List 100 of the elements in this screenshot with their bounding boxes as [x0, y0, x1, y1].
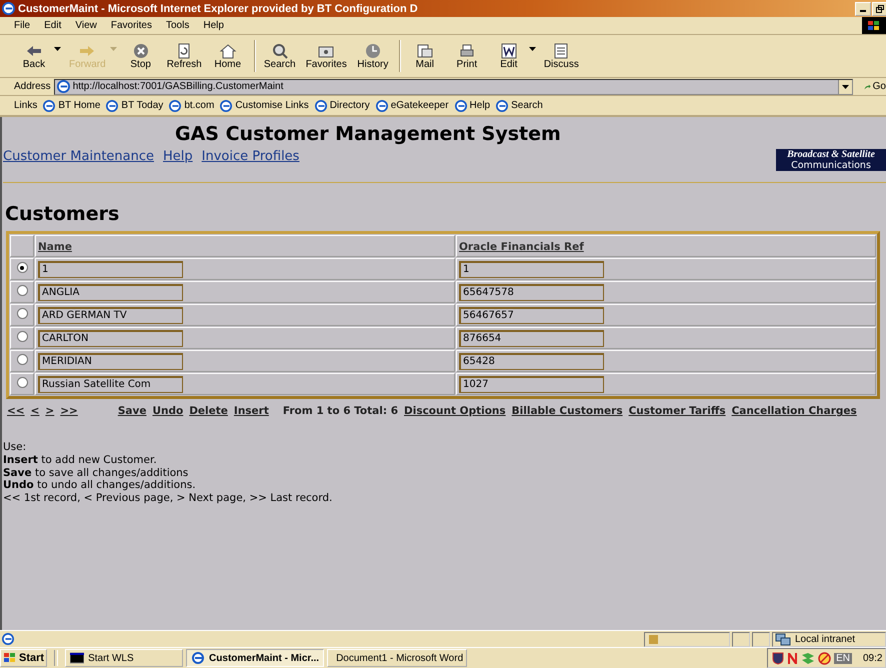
language-indicator[interactable]: EN — [834, 652, 852, 664]
name-field[interactable]: Russian Satellite Com — [38, 376, 183, 393]
toolbar-button[interactable]: Discuss — [540, 42, 583, 70]
pager-link[interactable]: << — [7, 405, 25, 418]
name-field[interactable]: 1 — [38, 260, 183, 278]
toolbar-button[interactable]: Mail — [404, 42, 445, 70]
company-logo: Broadcast & Satellite Communications — [776, 149, 886, 172]
radio-button[interactable] — [16, 377, 28, 388]
clock: 09:2 — [862, 652, 884, 664]
menu-item[interactable]: Edit — [44, 20, 62, 31]
favorite-link[interactable]: eGatekeeper — [376, 100, 449, 112]
toolbar-button[interactable]: Search — [260, 42, 300, 70]
document-icon — [500, 42, 518, 58]
action-link[interactable]: Insert — [234, 405, 269, 418]
page-link[interactable]: Billable Customers — [512, 405, 623, 418]
toolbar-button[interactable]: History — [352, 42, 393, 70]
radio-button[interactable] — [16, 331, 28, 342]
browser-icon — [169, 100, 182, 112]
toolbar-button[interactable]: Favorites — [302, 42, 351, 70]
toolbar-button[interactable]: Edit — [488, 42, 529, 70]
minimize-icon — [860, 10, 866, 12]
taskbar-button[interactable]: Document1 - Microsoft Word — [327, 649, 468, 667]
radio-button[interactable] — [16, 285, 28, 296]
help-text: Undo to undo all changes/additions. — [3, 479, 197, 492]
action-link[interactable]: Delete — [189, 405, 228, 418]
house-icon — [218, 42, 237, 58]
toolbar-button[interactable]: Stop — [120, 42, 161, 70]
name-field[interactable]: ANGLIA — [38, 284, 183, 301]
action-link[interactable]: Save — [118, 405, 146, 418]
action-link[interactable]: Undo — [152, 405, 184, 418]
column-header[interactable]: Name — [38, 240, 72, 253]
intranet-icon — [775, 632, 791, 646]
links-label: Links — [14, 100, 38, 111]
pager-link[interactable]: > — [45, 405, 54, 418]
section-heading: Customers — [5, 203, 120, 226]
menu-item[interactable]: Favorites — [110, 20, 152, 31]
page-link[interactable]: Customer Tariffs — [628, 405, 726, 418]
browser-icon — [43, 100, 56, 112]
windows-logo-icon — [3, 652, 17, 664]
radio-button[interactable] — [16, 262, 28, 274]
go-button[interactable]: Go — [856, 81, 886, 92]
help-text: Use: — [3, 441, 28, 454]
page-link[interactable]: Discount Options — [404, 405, 506, 418]
favorite-link[interactable]: Directory — [314, 100, 370, 112]
name-field[interactable]: MERIDIAN — [38, 352, 183, 370]
pager-link[interactable]: < — [30, 405, 40, 418]
minimize-button[interactable] — [855, 2, 871, 16]
status-pane — [732, 632, 750, 646]
restore-button[interactable] — [872, 2, 886, 16]
reference-field[interactable]: 1027 — [459, 376, 604, 393]
favorite-link[interactable]: Search — [496, 100, 543, 112]
favorite-link[interactable]: Help — [454, 100, 490, 112]
help-text: << 1st record, < Previous page, > Next page, >> Last record. — [3, 492, 334, 504]
address-field[interactable]: http://localhost:7001/GASBilling.CustomerMaint — [54, 78, 853, 94]
toolbar-button[interactable]: Print — [446, 42, 487, 70]
window-title: CustomerMaint - Microsoft Internet Explorer provided by BT Configuration D — [18, 2, 418, 14]
dropdown-arrow-icon[interactable] — [54, 47, 61, 51]
menu-item[interactable]: View — [75, 20, 97, 31]
toolbar-button[interactable]: Home — [208, 42, 248, 70]
reference-field[interactable]: 65647578 — [459, 284, 604, 301]
stop-icon — [132, 42, 150, 58]
name-field[interactable]: ARD GERMAN TV — [38, 306, 183, 324]
blocked-icon — [818, 652, 832, 664]
windows-logo-icon — [862, 17, 886, 34]
favorite-link[interactable]: bt.com — [169, 100, 214, 112]
browser-icon — [220, 100, 232, 112]
taskbar-button[interactable]: CustomerMaint - Micr... — [186, 649, 324, 667]
favorite-link[interactable]: Customise Links — [220, 100, 309, 112]
toolbar-button[interactable]: Refresh — [162, 42, 206, 70]
dropdown-arrow-icon[interactable] — [528, 47, 536, 51]
start-button[interactable]: Start — [0, 649, 48, 667]
radio-button[interactable] — [16, 308, 28, 320]
browser-icon — [376, 100, 388, 112]
printer-icon — [458, 42, 476, 58]
pager-link[interactable]: >> — [60, 405, 78, 418]
reference-field[interactable]: 65428 — [459, 352, 604, 370]
address-label: Address — [14, 81, 51, 92]
favorite-link[interactable]: BT Home — [43, 100, 100, 112]
dropdown-button[interactable] — [838, 80, 852, 94]
favorite-link[interactable]: BT Today — [106, 100, 164, 112]
toolbar-button[interactable]: Back — [14, 42, 54, 70]
menu-item[interactable]: Tools — [166, 20, 190, 31]
browser-icon — [191, 652, 206, 664]
browser-icon — [314, 100, 327, 112]
taskbar-button[interactable]: Start WLS — [65, 649, 184, 667]
page-link[interactable]: Cancellation Charges — [732, 405, 857, 418]
nav-link[interactable]: Help — [163, 149, 193, 164]
name-field[interactable]: CARLTON — [38, 330, 183, 347]
radio-button[interactable] — [16, 354, 28, 366]
nav-link[interactable]: Customer Maintenance — [3, 149, 154, 164]
shield-icon — [772, 652, 784, 664]
nav-link[interactable]: Invoice Profiles — [202, 149, 300, 164]
menu-item[interactable]: File — [14, 20, 30, 31]
reference-field[interactable]: 56467657 — [459, 306, 604, 324]
column-header[interactable]: Oracle Financials Ref — [459, 240, 584, 253]
network-icon — [801, 652, 816, 664]
reference-field[interactable]: 876654 — [459, 330, 604, 347]
reference-field[interactable]: 1 — [459, 260, 604, 278]
menu-item[interactable]: Help — [203, 20, 224, 31]
help-text: Save to save all changes/additions — [3, 466, 190, 480]
